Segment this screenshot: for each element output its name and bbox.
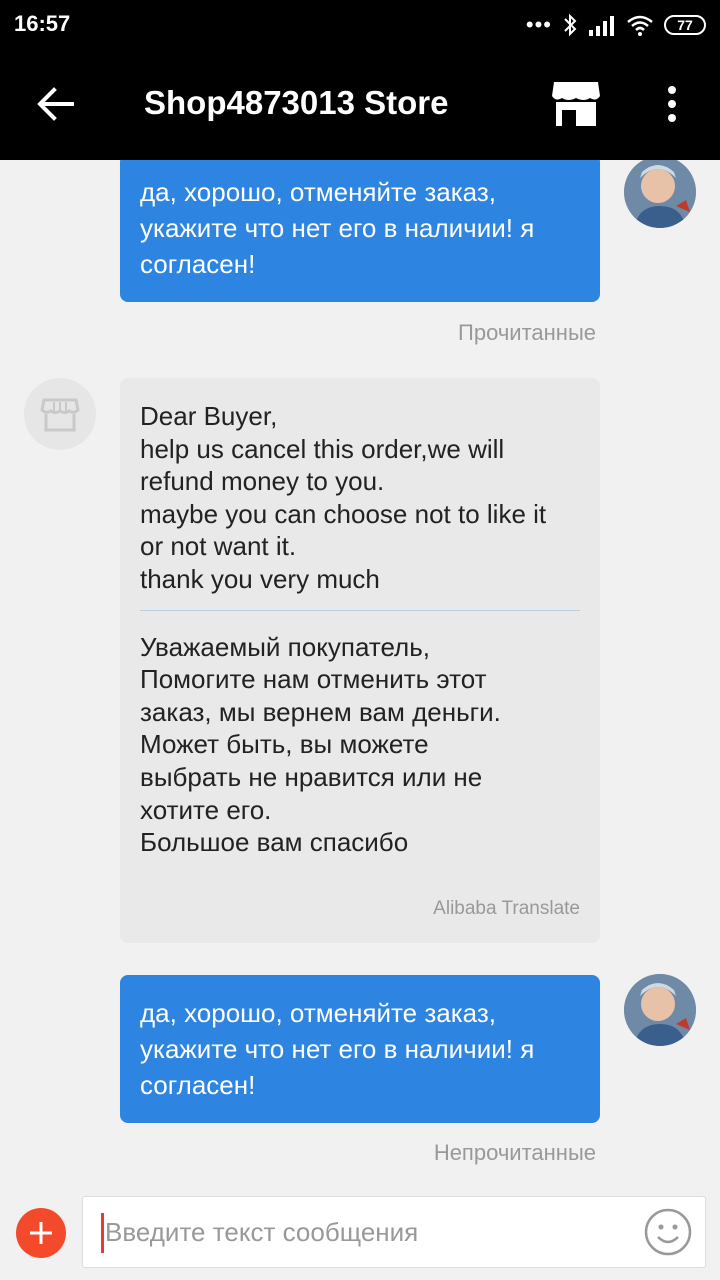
add-attachment-button[interactable] xyxy=(16,1208,66,1258)
outgoing-message-bubble[interactable]: да, хорошо, отменяйте заказ, укажите что… xyxy=(120,160,600,302)
back-arrow-icon[interactable] xyxy=(36,84,76,124)
battery-icon: 77 xyxy=(664,15,706,35)
message-input-bar: Введите текст сообщения xyxy=(0,1190,720,1280)
emoji-icon[interactable] xyxy=(643,1207,693,1257)
user-avatar[interactable] xyxy=(624,160,696,228)
status-icons: ••• 77 xyxy=(526,12,706,38)
app-bar: Shop4873013 Store xyxy=(0,50,720,160)
translated-text: Уважаемый покупатель, Помогите нам отмен… xyxy=(140,631,501,858)
user-avatar[interactable] xyxy=(624,974,696,1046)
shop-avatar[interactable] xyxy=(24,378,96,450)
plus-icon xyxy=(30,1222,52,1244)
page-title: Shop4873013 Store xyxy=(144,84,449,121)
unread-status: Непрочитанные xyxy=(433,1140,596,1165)
chat-area[interactable]: да, хорошо, отменяйте заказ, укажите что… xyxy=(0,160,720,1190)
cell-signal-icon xyxy=(589,16,614,36)
translation-divider xyxy=(140,609,580,611)
wifi-icon xyxy=(627,15,653,36)
message-input-placeholder: Введите текст сообщения xyxy=(105,1217,419,1247)
translation-credit: Alibaba Translate xyxy=(433,897,580,919)
incoming-message-bubble[interactable]: Dear Buyer, help us cancel this order,we… xyxy=(120,378,600,944)
text-caret xyxy=(101,1213,104,1253)
original-text: Dear Buyer, help us cancel this order,we… xyxy=(140,401,547,594)
more-vert-icon[interactable] xyxy=(660,82,684,126)
outgoing-message-bubble[interactable]: да, хорошо, отменяйте заказ, укажите что… xyxy=(120,975,600,1123)
status-bar: 16:57 ••• 77 xyxy=(0,0,720,50)
status-time: 16:57 xyxy=(14,11,71,36)
read-status: Прочитанные xyxy=(458,320,596,345)
store-icon[interactable] xyxy=(550,80,602,128)
signal-dots: ••• xyxy=(525,12,552,37)
message-input[interactable]: Введите текст сообщения xyxy=(82,1196,706,1268)
bluetooth-icon xyxy=(564,13,577,37)
